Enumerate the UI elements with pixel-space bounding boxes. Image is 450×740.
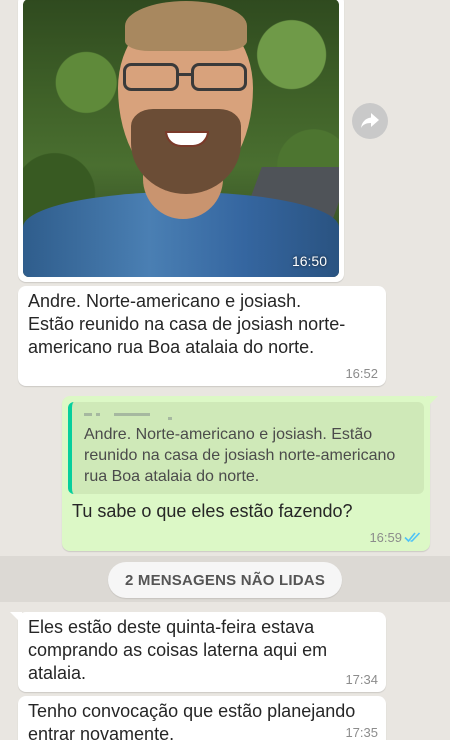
quoted-author-redacted [84, 407, 174, 420]
incoming-message[interactable]: Andre. Norte-americano e josiash. Estão … [18, 286, 386, 386]
message-timestamp: 16:59 [369, 530, 402, 545]
message-text: Tu sabe o que eles estão fazendo? [72, 501, 353, 521]
photo-message[interactable]: 16:50 [18, 0, 344, 282]
quoted-text: Andre. Norte-americano e josiash. Estão … [84, 426, 396, 485]
message-timestamp: 17:35 [345, 725, 378, 740]
message-timestamp: 16:52 [345, 366, 378, 381]
message-text: Eles estão deste quinta-feira estava com… [28, 617, 328, 683]
photo-image[interactable]: 16:50 [23, 0, 339, 277]
outgoing-message[interactable]: Andre. Norte-americano e josiash. Estão … [62, 396, 438, 551]
forward-icon [361, 113, 379, 128]
forward-button[interactable] [352, 103, 388, 139]
double-check-icon [404, 532, 421, 543]
incoming-message[interactable]: Eles estão deste quinta-feira estava com… [10, 612, 386, 692]
quoted-message[interactable]: Andre. Norte-americano e josiash. Estão … [68, 402, 424, 494]
message-timestamp: 17:34 [345, 672, 378, 687]
message-text: Tenho convocação que estão planejando en… [28, 701, 356, 740]
unread-messages-badge: 2 MENSAGENS NÃO LIDAS [108, 562, 342, 598]
photo-timestamp: 16:50 [291, 253, 327, 269]
incoming-message[interactable]: Tenho convocação que estão planejando en… [18, 696, 386, 740]
message-text: Andre. Norte-americano e josiash. Estão … [28, 291, 346, 357]
